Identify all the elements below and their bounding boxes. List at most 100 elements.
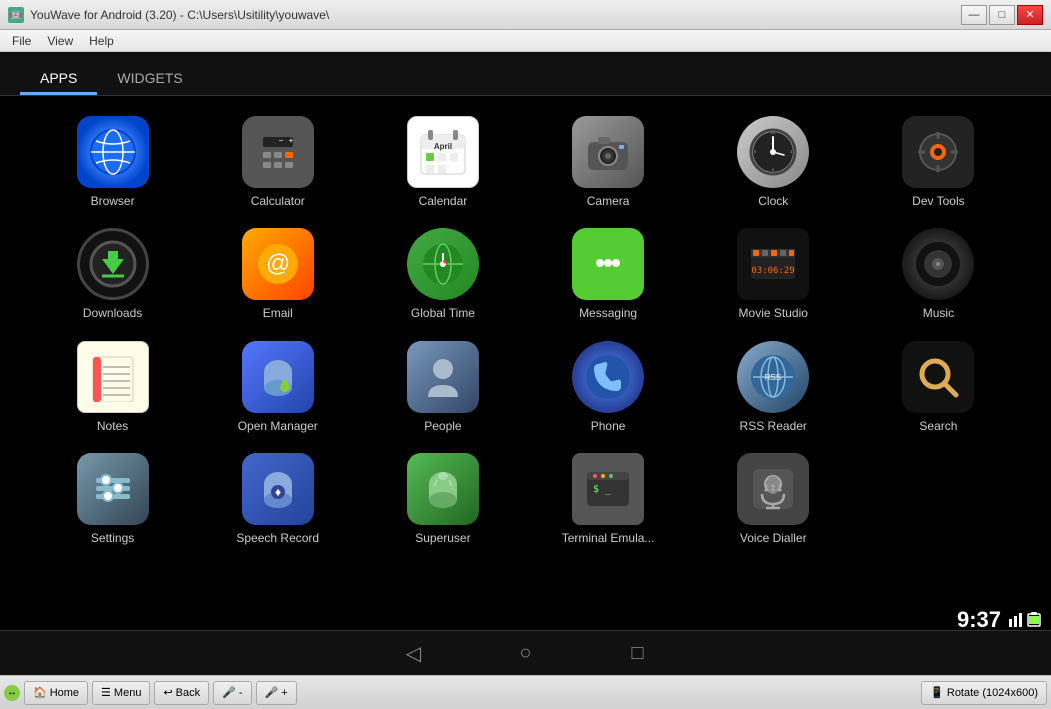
- calendar-icon: April: [407, 116, 479, 188]
- menu-file[interactable]: File: [4, 32, 39, 50]
- downloads-icon: [77, 228, 149, 300]
- moviestudio-icon: 03:06:29: [737, 228, 809, 300]
- openmanager-label: Open Manager: [238, 419, 318, 433]
- svg-text:+: +: [288, 136, 293, 145]
- openmanager-icon: [242, 341, 314, 413]
- svg-text:$ _: $ _: [593, 484, 612, 495]
- app-clock[interactable]: 12 3 6 9 Clock: [691, 106, 856, 218]
- search-icon: [902, 341, 974, 413]
- android-nav-bar: ◁ ○ □: [0, 630, 1051, 675]
- svg-text:12: 12: [771, 130, 776, 135]
- rotate-button[interactable]: 📱 Rotate (1024x600): [921, 681, 1047, 705]
- app-terminal[interactable]: $ _ Terminal Emula...: [526, 443, 691, 555]
- app-search[interactable]: Search: [856, 331, 1021, 443]
- app-music[interactable]: Music: [856, 218, 1021, 330]
- search-label: Search: [919, 419, 957, 433]
- menu-help[interactable]: Help: [81, 32, 122, 50]
- settings-icon: [77, 453, 149, 525]
- app-rssreader[interactable]: RSS RSS Reader: [691, 331, 856, 443]
- notes-icon: [77, 341, 149, 413]
- menu-bar: File View Help: [0, 30, 1051, 52]
- svg-text:@: @: [266, 250, 290, 277]
- time-display: 9:37: [957, 607, 1001, 633]
- app-notes[interactable]: Notes: [30, 331, 195, 443]
- android-screen: APPS WIDGETS Browser: [0, 52, 1051, 675]
- svg-text:April: April: [434, 142, 452, 151]
- camera-label: Camera: [587, 194, 630, 208]
- phone-icon: [572, 341, 644, 413]
- home-icon: 🏠: [33, 686, 47, 699]
- app-voicedialler[interactable]: Voice Dialler: [691, 443, 856, 555]
- app-superuser[interactable]: Superuser: [360, 443, 525, 555]
- maximize-button[interactable]: □: [989, 5, 1015, 25]
- globaltime-icon: [407, 228, 479, 300]
- people-icon: [407, 341, 479, 413]
- app-camera[interactable]: Camera: [526, 106, 691, 218]
- app-people[interactable]: People: [360, 331, 525, 443]
- back-icon: ↩: [163, 686, 172, 699]
- rssreader-icon: RSS: [737, 341, 809, 413]
- rssreader-label: RSS Reader: [740, 419, 807, 433]
- browser-icon: [77, 116, 149, 188]
- speechrecord-icon: ♦: [242, 453, 314, 525]
- downloads-label: Downloads: [83, 306, 142, 320]
- browser-label: Browser: [91, 194, 135, 208]
- music-label: Music: [923, 306, 954, 320]
- mic-minus-button[interactable]: 🎤-: [213, 681, 251, 705]
- app-openmanager[interactable]: Open Manager: [195, 331, 360, 443]
- app-phone[interactable]: Phone: [526, 331, 691, 443]
- tabs-area: APPS WIDGETS: [0, 52, 1051, 95]
- status-area: 9:37: [957, 607, 1041, 633]
- superuser-label: Superuser: [415, 531, 470, 545]
- minimize-button[interactable]: —: [961, 5, 987, 25]
- app-settings[interactable]: Settings: [30, 443, 195, 555]
- svg-text:RSS: RSS: [765, 373, 781, 382]
- calculator-icon: + −: [242, 116, 314, 188]
- apps-grid: Browser + − Calculator: [0, 96, 1051, 630]
- window-controls: — □ ✕: [961, 5, 1043, 25]
- moviestudio-label: Movie Studio: [739, 306, 808, 320]
- windows-taskbar: ↔ 🏠 Home ☰ Menu ↩ Back 🎤- 🎤+ 📱 Rotate (1…: [0, 675, 1051, 709]
- app-browser[interactable]: Browser: [30, 106, 195, 218]
- mic-plus-button[interactable]: 🎤+: [256, 681, 297, 705]
- title-bar-left: 🤖 YouWave for Android (3.20) - C:\Users\…: [8, 7, 329, 23]
- devtools-label: Dev Tools: [912, 194, 964, 208]
- close-button[interactable]: ✕: [1017, 5, 1043, 25]
- app-calculator[interactable]: + − Calculator: [195, 106, 360, 218]
- voicedialler-icon: [737, 453, 809, 525]
- back-taskbar-button[interactable]: ↩ Back: [154, 681, 209, 705]
- tab-widgets[interactable]: WIDGETS: [97, 64, 202, 95]
- app-icon: 🤖: [8, 7, 24, 23]
- globaltime-label: Global Time: [411, 306, 475, 320]
- home-taskbar-button[interactable]: 🏠 Home: [24, 681, 88, 705]
- email-icon: @: [242, 228, 314, 300]
- app-calendar[interactable]: April Calendar: [360, 106, 525, 218]
- youwave-icon: ↔: [4, 685, 20, 701]
- home-button[interactable]: ○: [510, 637, 542, 669]
- app-moviestudio[interactable]: 03:06:29 Movie Studio: [691, 218, 856, 330]
- app-speechrecord[interactable]: ♦ Speech Record: [195, 443, 360, 555]
- superuser-icon: [407, 453, 479, 525]
- people-label: People: [424, 419, 461, 433]
- recents-button[interactable]: □: [622, 637, 654, 669]
- camera-icon: [572, 116, 644, 188]
- app-globaltime[interactable]: Global Time: [360, 218, 525, 330]
- app-devtools[interactable]: Dev Tools: [856, 106, 1021, 218]
- settings-label: Settings: [91, 531, 134, 545]
- signal-icons: [1007, 611, 1041, 629]
- voicedialler-label: Voice Dialler: [740, 531, 807, 545]
- calendar-label: Calendar: [419, 194, 468, 208]
- app-downloads[interactable]: Downloads: [30, 218, 195, 330]
- clock-icon: 12 3 6 9: [737, 116, 809, 188]
- back-button[interactable]: ◁: [398, 637, 430, 669]
- menu-view[interactable]: View: [39, 32, 81, 50]
- tab-apps[interactable]: APPS: [20, 64, 97, 95]
- app-messaging[interactable]: Messaging: [526, 218, 691, 330]
- app-email[interactable]: @ Email: [195, 218, 360, 330]
- menu-taskbar-button[interactable]: ☰ Menu: [92, 681, 150, 705]
- terminal-label: Terminal Emula...: [562, 531, 655, 545]
- svg-text:−: −: [278, 136, 283, 145]
- messaging-label: Messaging: [579, 306, 637, 320]
- svg-text:03:06:29: 03:06:29: [752, 266, 795, 276]
- title-bar: 🤖 YouWave for Android (3.20) - C:\Users\…: [0, 0, 1051, 30]
